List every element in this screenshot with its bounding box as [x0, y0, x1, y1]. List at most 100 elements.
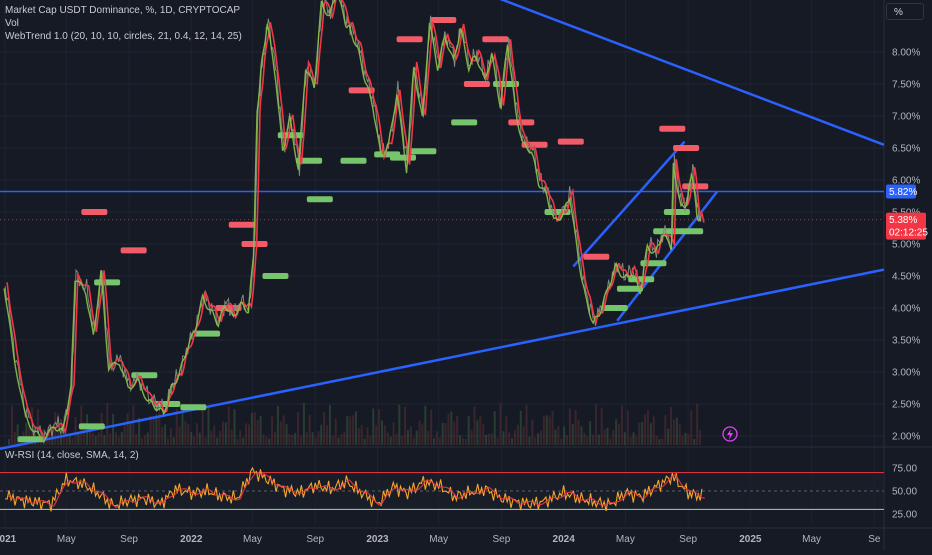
volume-bar [516, 425, 519, 445]
volume-bar [94, 435, 97, 445]
volume-bar [545, 415, 548, 445]
volume-bar [181, 408, 184, 445]
volume-bar [424, 405, 427, 445]
chart-area[interactable]: 8.00%7.50%7.00%6.50%6.00%5.50%5.00%4.50%… [0, 0, 932, 550]
volume-bar [589, 421, 592, 445]
volume-bar [664, 415, 667, 445]
volume-bar [172, 437, 175, 445]
volume-bar [438, 437, 441, 445]
volume-bar [161, 427, 164, 445]
volume-bar [114, 432, 117, 445]
volume-bar [378, 408, 381, 445]
volume-bar [366, 427, 369, 445]
volume-bar [479, 416, 482, 445]
volume-bar [525, 404, 528, 445]
resistance-marker [81, 209, 108, 215]
volume-bar [580, 426, 583, 445]
resistance-marker [120, 247, 147, 254]
rsi-tick-label: 75.00 [892, 464, 917, 475]
volume-bar [326, 425, 329, 445]
volume-bar [626, 410, 629, 445]
volume-bar [372, 408, 375, 445]
volume-bar [273, 431, 276, 445]
volume-bar [652, 416, 655, 445]
volume-bar [612, 430, 615, 445]
volume-bar [493, 411, 496, 445]
chart-canvas[interactable]: 8.00%7.50%7.00%6.50%6.00%5.50%5.00%4.50%… [0, 0, 932, 550]
volume-bar [140, 437, 143, 445]
volume-bar [230, 429, 233, 445]
volume-bar [690, 410, 693, 445]
volume-bar [195, 423, 198, 445]
volume-bar [487, 433, 490, 445]
volume-bar [143, 435, 146, 445]
x-tick-label: May [429, 534, 448, 545]
volume-bar [207, 406, 210, 445]
volume-bar [271, 416, 274, 445]
volume-bar [198, 432, 201, 445]
volume-bar [603, 429, 606, 445]
volume-bar [444, 423, 447, 445]
y-tick-label: 7.00% [892, 112, 920, 123]
volume-bar [216, 437, 219, 445]
volume-bar [450, 411, 453, 445]
volume-bar [91, 433, 94, 445]
volume-bar [496, 437, 499, 445]
volume-bar [456, 416, 459, 445]
volume-bar [537, 433, 540, 445]
resistance-marker [682, 183, 709, 190]
volume-bar [687, 433, 690, 445]
volume-bar [386, 432, 389, 445]
resistance-marker [659, 125, 686, 132]
volume-bar [519, 410, 522, 445]
volume-bar [184, 421, 187, 445]
volume-bar [132, 405, 135, 445]
support-marker [78, 423, 105, 430]
volume-bar [77, 432, 80, 445]
volume-bar [210, 430, 213, 445]
x-tick-label: Se [868, 534, 881, 545]
volume-bar [135, 434, 138, 445]
volume-bar [380, 420, 383, 445]
volume-bar [152, 417, 155, 445]
current-price-label: 5.38% [889, 215, 917, 226]
support-marker [451, 119, 478, 126]
volume-bar [632, 432, 635, 445]
volume-bar [392, 422, 395, 445]
volume-bar [352, 415, 355, 445]
volume-bar [508, 432, 511, 445]
x-tick-label: 2023 [366, 534, 389, 545]
volume-bar [560, 438, 563, 445]
volume-bar [193, 436, 196, 445]
volume-bar [404, 406, 407, 445]
volume-bar [279, 421, 282, 445]
volume-bar [655, 435, 658, 445]
y-tick-label: 5.00% [892, 240, 920, 251]
volume-bar [563, 426, 566, 445]
y-tick-label: 3.00% [892, 368, 920, 379]
volume-bar [678, 424, 681, 445]
volume-bar [464, 438, 467, 445]
volume-bar [693, 438, 696, 445]
volume-bar [259, 415, 262, 445]
volume-bar [646, 410, 649, 445]
resistance-marker [463, 81, 490, 87]
volume-bar [97, 432, 100, 445]
y-tick-label: 6.50% [892, 144, 920, 155]
volume-bar [511, 438, 514, 445]
scale-percent-button[interactable]: % [886, 3, 924, 20]
resistance-marker [396, 36, 423, 43]
volume-bar [618, 424, 621, 445]
volume-bar [672, 419, 675, 445]
rsi-tick-label: 50.00 [892, 487, 917, 498]
volume-bar [623, 432, 626, 445]
volume-bar [190, 431, 193, 445]
volume-bar [418, 420, 421, 445]
support-marker [306, 196, 333, 203]
volume-bar [577, 419, 580, 445]
volume-bar [421, 423, 424, 445]
volume-bar [539, 430, 542, 445]
volume-bar [106, 403, 109, 445]
volume-bar [123, 424, 126, 445]
volume-bar [149, 415, 152, 445]
